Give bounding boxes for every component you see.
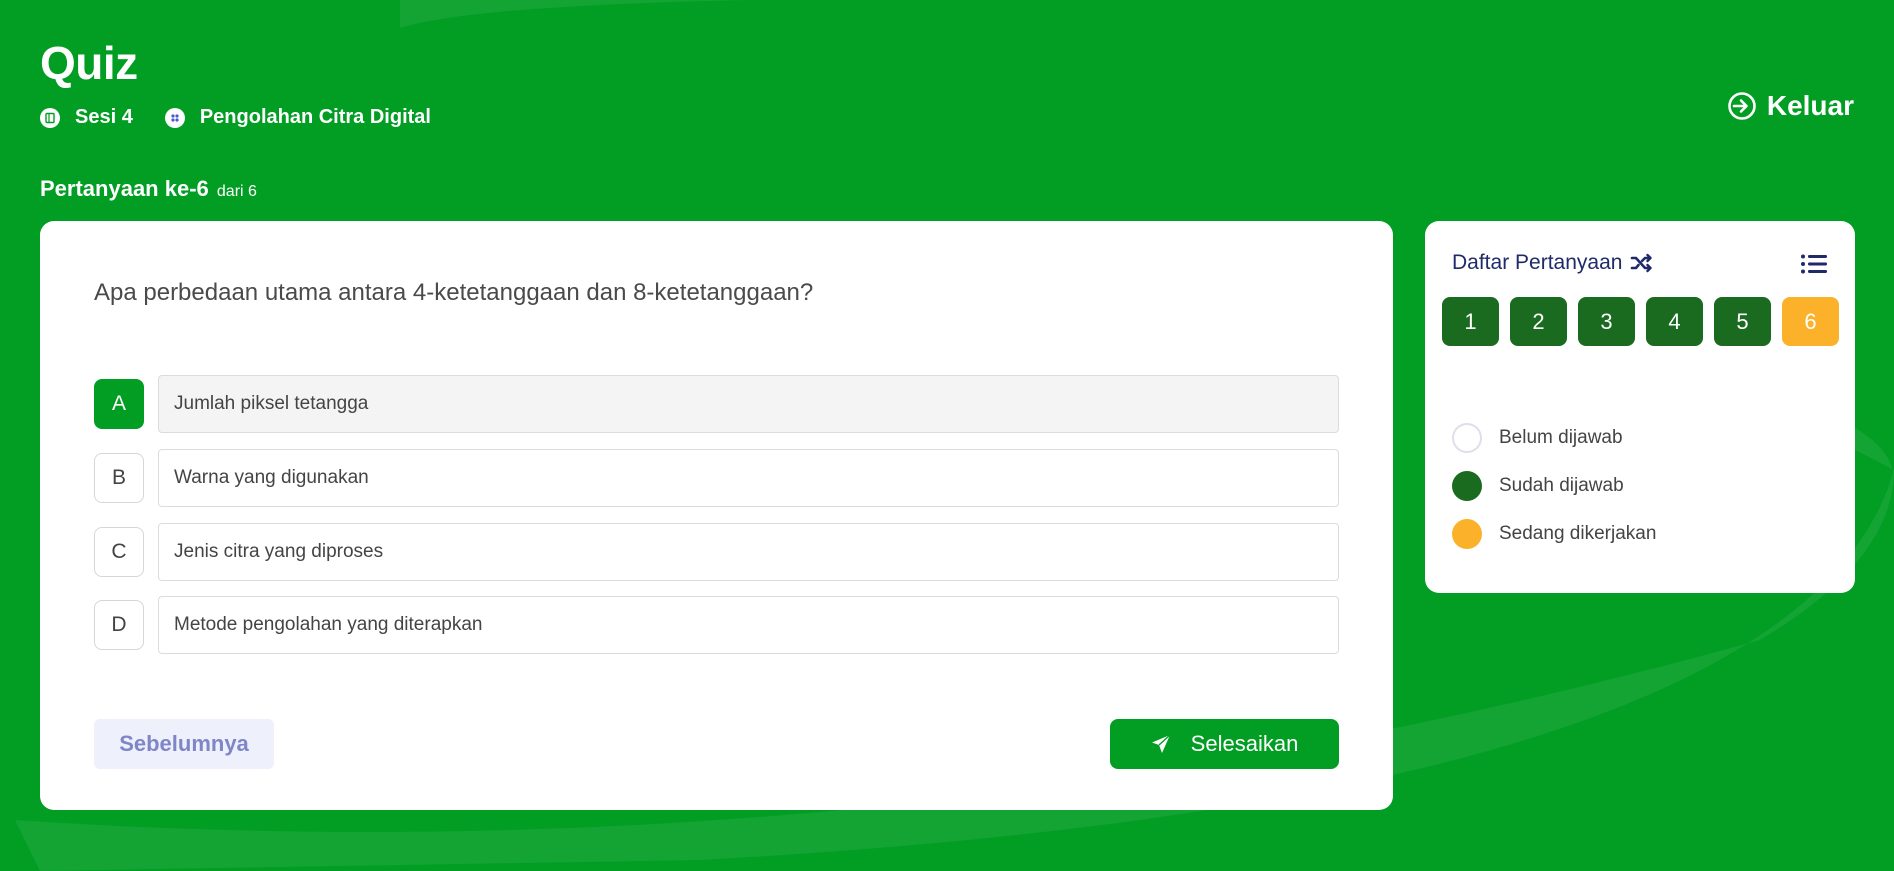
question-number-button[interactable]: 2	[1510, 297, 1567, 346]
option-text[interactable]: Jumlah piksel tetangga	[158, 375, 1339, 433]
filled-circle-icon	[1452, 471, 1482, 501]
option-letter[interactable]: C	[94, 527, 144, 577]
session-label: Sesi 4	[75, 106, 133, 128]
list-icon[interactable]	[1800, 253, 1828, 275]
question-number-grid: 1 2 3 4 5 6	[1442, 297, 1850, 346]
course-label: Pengolahan Citra Digital	[199, 106, 431, 128]
option-text[interactable]: Warna yang digunakan	[158, 449, 1339, 507]
finish-label: Selesaikan	[1190, 731, 1299, 756]
course-info: Pengolahan Citra Digital	[164, 106, 431, 129]
option-text[interactable]: Jenis citra yang diproses	[158, 523, 1339, 581]
question-number-button-current[interactable]: 6	[1782, 297, 1839, 346]
legend-label: Belum dijawab	[1499, 427, 1623, 448]
option-b[interactable]: B Warna yang digunakan	[94, 449, 1339, 507]
option-letter[interactable]: D	[94, 600, 144, 650]
paper-plane-icon	[1151, 734, 1171, 753]
finish-button[interactable]: Selesaikan	[1110, 719, 1339, 769]
option-c[interactable]: C Jenis citra yang diproses	[94, 523, 1339, 581]
book-icon	[40, 107, 60, 128]
exit-button[interactable]: Keluar	[1727, 90, 1854, 122]
question-number-button[interactable]: 1	[1442, 297, 1499, 346]
question-number-button[interactable]: 4	[1646, 297, 1703, 346]
legend-unanswered: Belum dijawab	[1452, 422, 1656, 454]
option-text[interactable]: Metode pengolahan yang diterapkan	[158, 596, 1339, 654]
question-card: Apa perbedaan utama antara 4-ketetanggaa…	[40, 221, 1393, 810]
legend-in-progress: Sedang dikerjakan	[1452, 518, 1656, 550]
empty-circle-icon	[1452, 423, 1482, 453]
question-counter: Pertanyaan ke-6 dari 6	[40, 176, 257, 202]
question-counter-total: dari 6	[216, 183, 257, 200]
question-counter-main: Pertanyaan ke-6	[40, 176, 209, 201]
question-number-button[interactable]: 3	[1578, 297, 1635, 346]
option-letter[interactable]: B	[94, 453, 144, 503]
quiz-header: Quiz Sesi 4 Pengolahan Citra Digital	[40, 36, 463, 129]
session-info: Sesi 4	[40, 106, 133, 129]
shuffle-icon[interactable]	[1630, 251, 1654, 275]
question-list-panel: Daftar Pertanyaan 1 2 3 4 5 6 Belum dija…	[1425, 221, 1855, 593]
legend-answered: Sudah dijawab	[1452, 470, 1656, 502]
category-icon	[164, 107, 185, 128]
option-a[interactable]: A Jumlah piksel tetangga	[94, 375, 1339, 433]
previous-button[interactable]: Sebelumnya	[94, 719, 274, 769]
question-number-button[interactable]: 5	[1714, 297, 1771, 346]
status-legend: Belum dijawab Sudah dijawab Sedang diker…	[1452, 422, 1656, 566]
panel-title-text: Daftar Pertanyaan	[1452, 251, 1623, 274]
legend-label: Sudah dijawab	[1499, 475, 1624, 496]
legend-label: Sedang dikerjakan	[1499, 523, 1657, 544]
panel-title: Daftar Pertanyaan	[1452, 251, 1654, 275]
option-letter[interactable]: A	[94, 379, 144, 429]
question-text: Apa perbedaan utama antara 4-ketetanggaa…	[94, 279, 814, 306]
page-title: Quiz	[40, 37, 138, 89]
quiz-meta: Sesi 4 Pengolahan Citra Digital	[40, 106, 463, 129]
exit-label: Keluar	[1766, 90, 1854, 121]
current-circle-icon	[1452, 519, 1482, 549]
option-d[interactable]: D Metode pengolahan yang diterapkan	[94, 596, 1339, 654]
login-arrow-icon	[1728, 92, 1756, 120]
